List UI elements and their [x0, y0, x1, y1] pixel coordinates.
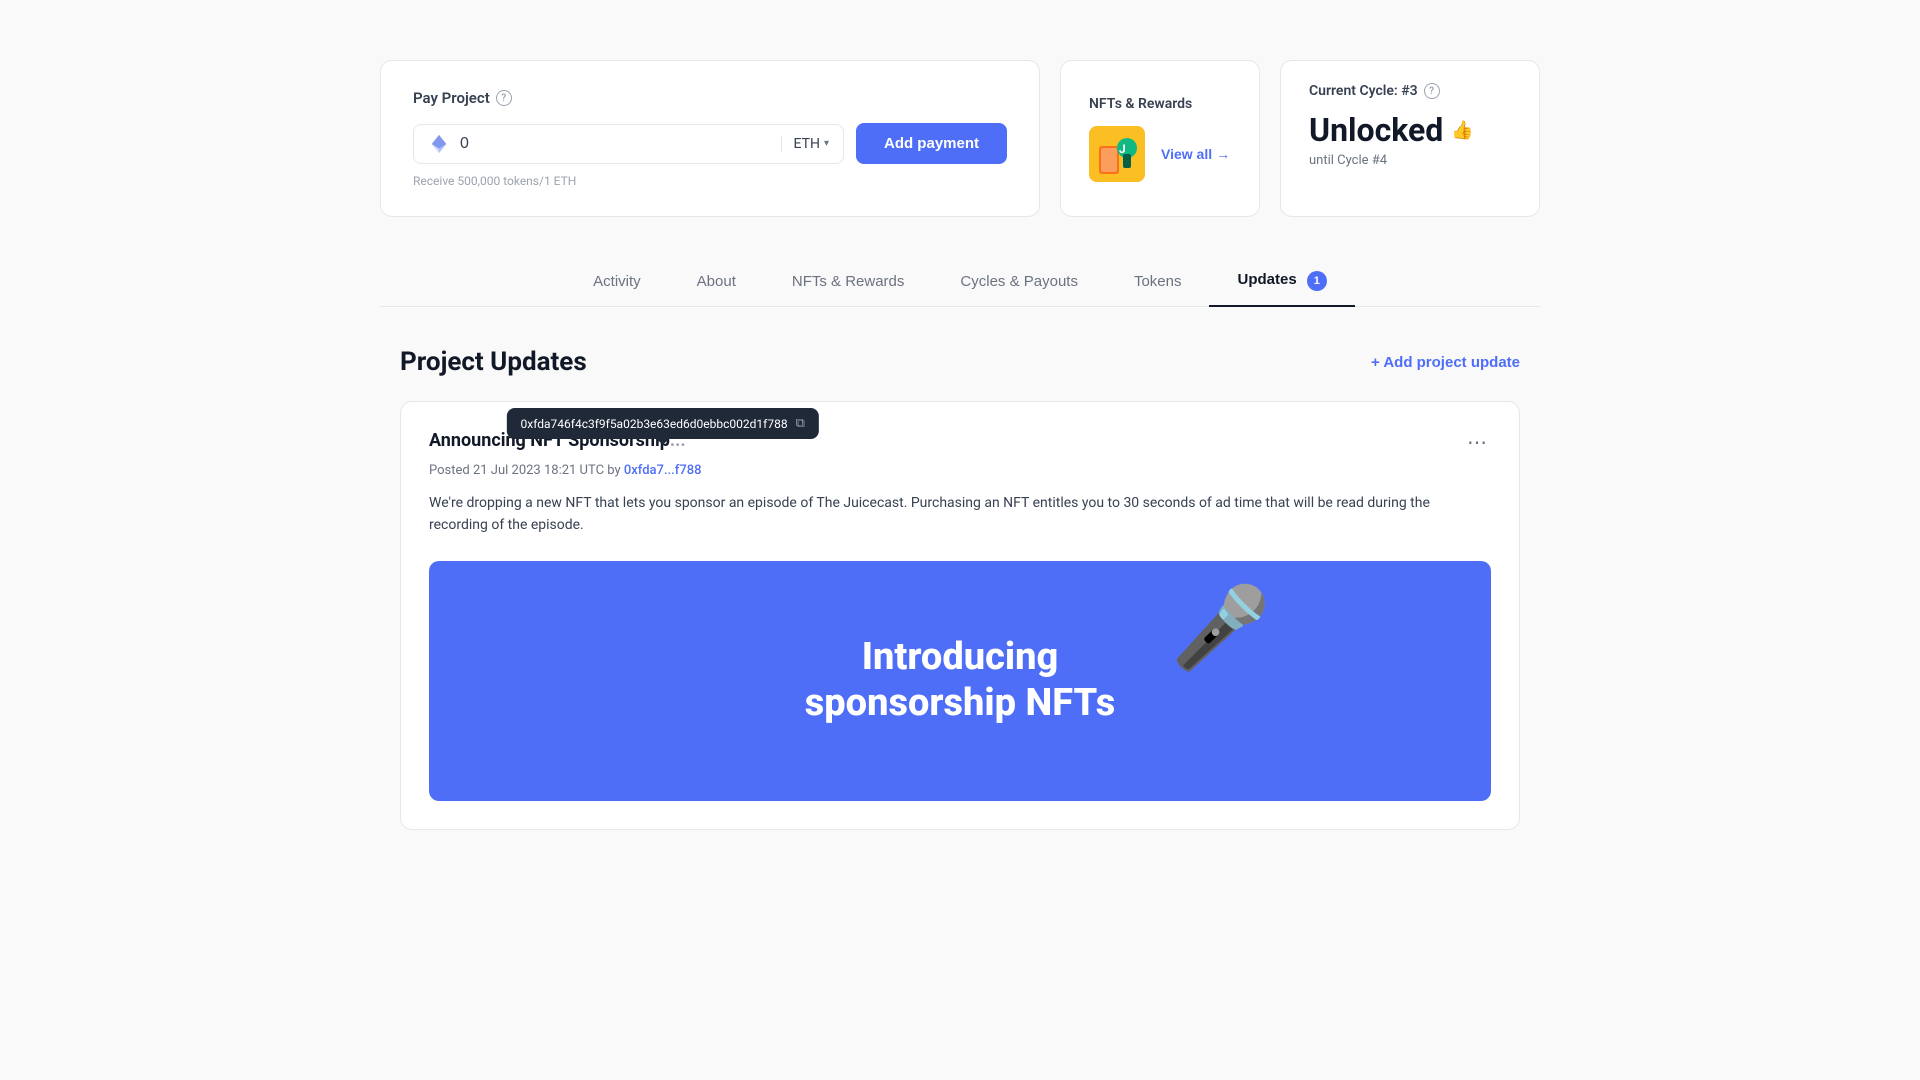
sponsorship-banner: 🎤 Introducing sponsorship NFTs [429, 561, 1491, 801]
tab-nfts-rewards[interactable]: NFTs & Rewards [764, 257, 933, 307]
nft-image-svg: J [1089, 126, 1145, 182]
eth-logo-icon [428, 133, 450, 155]
svg-text:J: J [1119, 142, 1126, 156]
eth-amount-input[interactable] [460, 135, 771, 153]
tab-about[interactable]: About [669, 257, 764, 307]
updates-header: Project Updates + Add project update [400, 347, 1520, 377]
more-options-button[interactable]: ⋯ [1463, 430, 1491, 455]
updates-title: Project Updates [400, 347, 587, 377]
receive-hint: Receive 500,000 tokens/1 ETH [413, 174, 1007, 188]
update-card-header: Announcing NFT Sponsorship... ⋯ [429, 430, 1491, 455]
banner-text: Introducing sponsorship NFTs [805, 635, 1115, 726]
chevron-down-icon: ▾ [824, 138, 829, 149]
eth-label: ETH [794, 136, 820, 152]
author-link[interactable]: 0xfda7...f788 [624, 463, 702, 478]
cycle-card-title: Current Cycle: #3 ? [1309, 83, 1511, 99]
until-cycle-text: until Cycle #4 [1309, 153, 1511, 168]
tab-tokens[interactable]: Tokens [1106, 257, 1210, 307]
arrow-icon: → [1216, 146, 1230, 162]
eth-input-wrapper: ETH ▾ [413, 124, 844, 164]
nav-tabs: Activity About NFTs & Rewards Cycles & P… [380, 257, 1540, 307]
current-cycle-card: Current Cycle: #3 ? Unlocked 👍 until Cyc… [1280, 60, 1540, 217]
add-payment-button[interactable]: Add payment [856, 123, 1007, 164]
tab-cycles-payouts[interactable]: Cycles & Payouts [932, 257, 1106, 307]
thumbs-up-icon: 👍 [1451, 120, 1473, 141]
update-card: Announcing NFT Sponsorship... ⋯ Posted 2… [400, 401, 1520, 830]
unlocked-status-text: Unlocked [1309, 111, 1443, 149]
pay-project-info-icon[interactable]: ? [496, 90, 512, 106]
update-meta: Posted 21 Jul 2023 18:21 UTC by 0xfda746… [429, 463, 1491, 478]
add-project-update-button[interactable]: + Add project update [1371, 354, 1520, 371]
author-wrapper: 0xfda746f4c3f9f5a02b3e63ed6d0ebbc002d1f7… [624, 463, 702, 478]
update-body-text: We're dropping a new NFT that lets you s… [429, 492, 1491, 537]
unlocked-row: Unlocked 👍 [1309, 111, 1511, 149]
tab-activity[interactable]: Activity [565, 257, 669, 307]
nft-thumbnail: J [1089, 126, 1145, 182]
updates-badge: 1 [1307, 271, 1327, 291]
pay-project-card: Pay Project ? ETH ▾ Add [380, 60, 1040, 217]
nft-rewards-content: J View all → [1089, 126, 1231, 182]
microphone-icon: 🎤 [1171, 581, 1271, 675]
pay-project-title: Pay Project ? [413, 89, 1007, 107]
tab-updates-label: Updates [1237, 271, 1296, 288]
cycle-info-icon[interactable]: ? [1424, 83, 1440, 99]
nft-rewards-title: NFTs & Rewards [1089, 96, 1231, 112]
copy-address-icon[interactable]: ⧉ [796, 416, 805, 431]
update-title: Announcing NFT Sponsorship... [429, 430, 1463, 451]
eth-dropdown[interactable]: ETH ▾ [781, 136, 829, 152]
tab-updates[interactable]: Updates 1 [1209, 257, 1354, 307]
payment-input-row: ETH ▾ Add payment [413, 123, 1007, 164]
view-all-button[interactable]: View all → [1161, 146, 1230, 162]
updates-section: Project Updates + Add project update Ann… [380, 347, 1540, 830]
nft-rewards-card: NFTs & Rewards J View all → [1060, 60, 1260, 217]
